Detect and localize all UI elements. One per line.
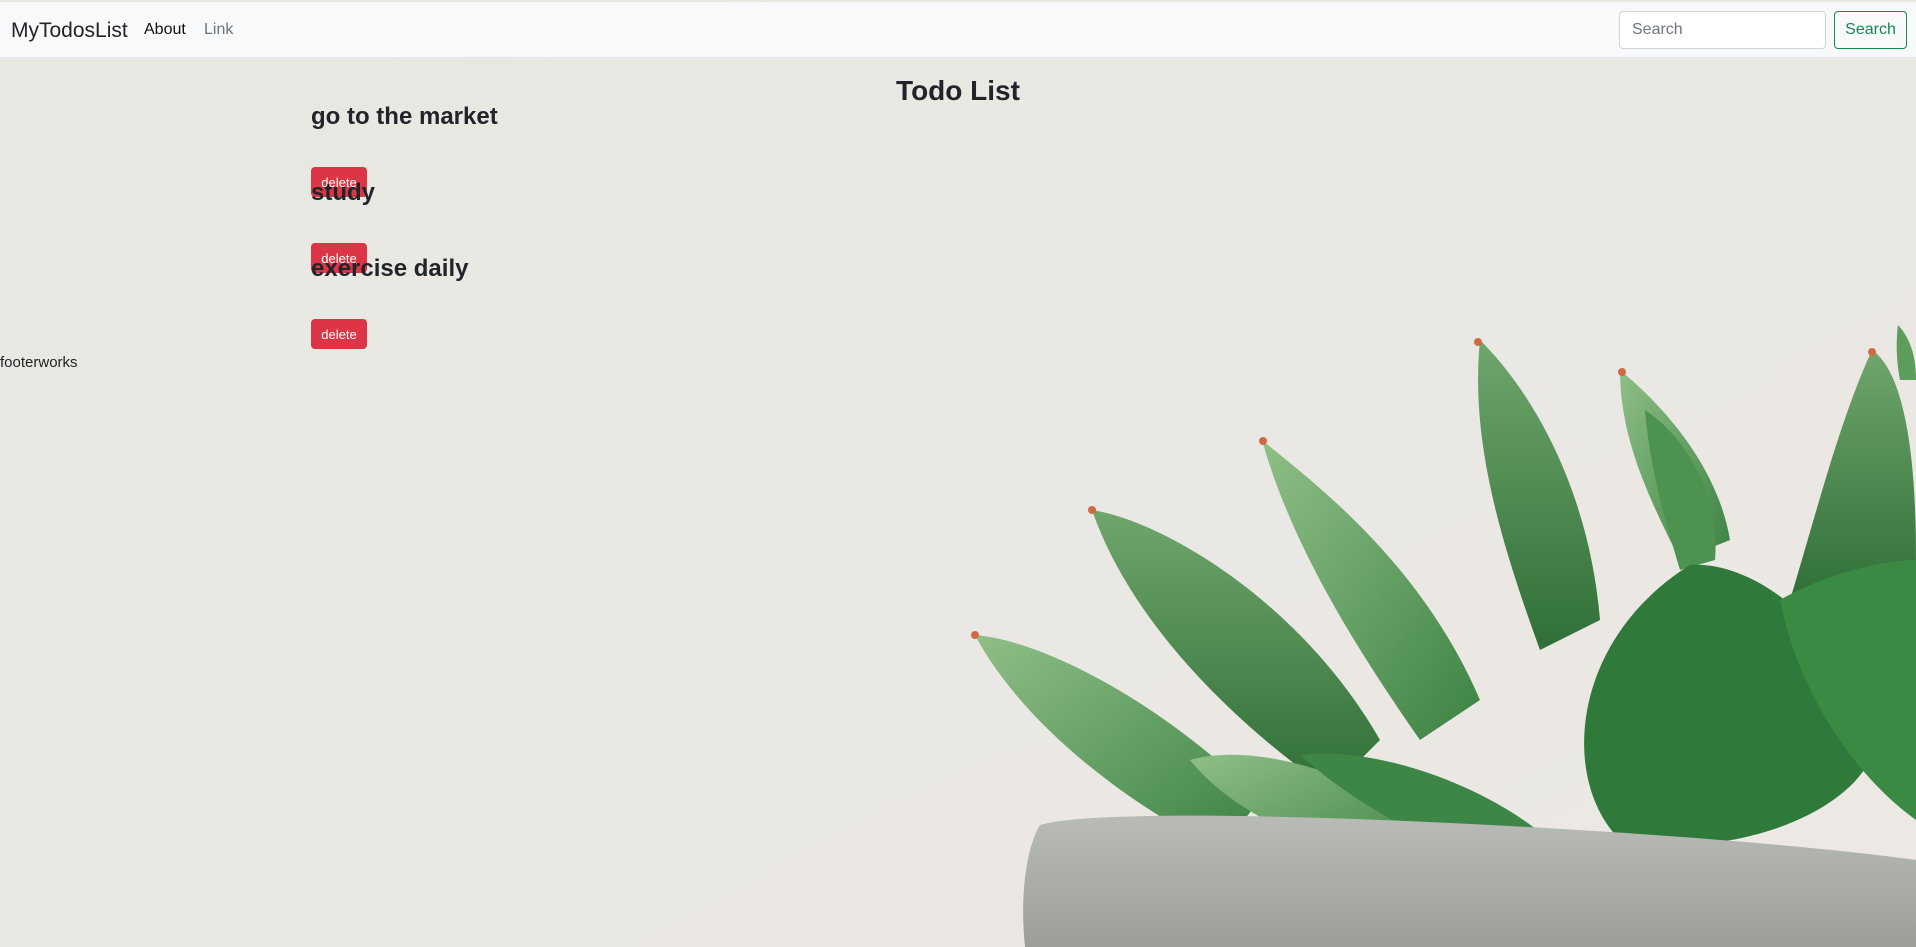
page-title: Todo List: [896, 75, 1020, 106]
search-button[interactable]: Search: [1834, 11, 1907, 49]
nav-link-link[interactable]: Link: [204, 21, 233, 39]
nav-link-about[interactable]: About: [144, 21, 186, 39]
todo-title: go to the market: [311, 103, 498, 130]
todo-title: study: [311, 179, 376, 206]
brand-logo[interactable]: MyTodosList: [11, 19, 128, 43]
todo-title: exercise daily: [311, 255, 469, 282]
delete-button[interactable]: delete: [311, 319, 367, 349]
footer-text: footerworks: [0, 354, 78, 371]
navbar: MyTodosList About Link Search: [0, 2, 1916, 58]
search-input[interactable]: [1619, 11, 1826, 49]
succulent-background-image: [0, 0, 1916, 947]
